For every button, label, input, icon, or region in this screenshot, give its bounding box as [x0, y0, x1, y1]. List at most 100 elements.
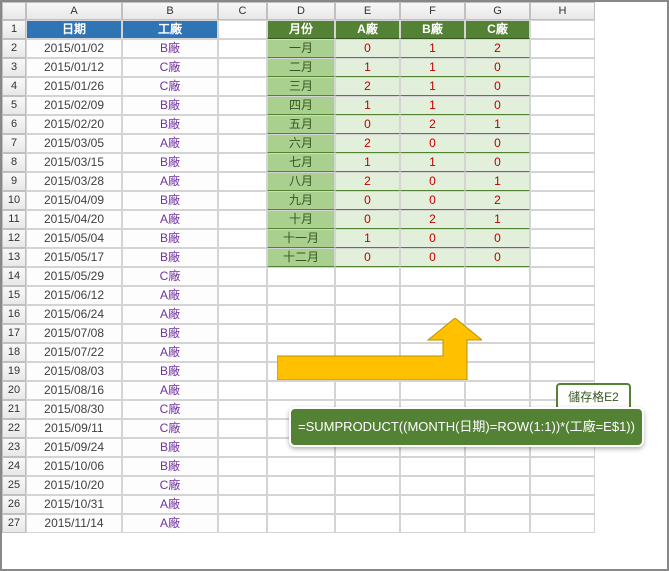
row-header-19[interactable]: 19 [2, 362, 26, 381]
cell[interactable] [530, 286, 595, 305]
cell[interactable] [400, 362, 465, 381]
date-cell[interactable]: 2015/08/30 [26, 400, 122, 419]
value-B[interactable]: 0 [400, 229, 465, 248]
cell[interactable] [530, 58, 595, 77]
row-header-21[interactable]: 21 [2, 400, 26, 419]
value-B[interactable]: 0 [400, 191, 465, 210]
date-cell[interactable]: 2015/10/31 [26, 495, 122, 514]
cell[interactable] [530, 134, 595, 153]
cell[interactable] [267, 305, 335, 324]
cell[interactable] [530, 210, 595, 229]
date-cell[interactable]: 2015/09/11 [26, 419, 122, 438]
cell[interactable] [267, 286, 335, 305]
date-cell[interactable]: 2015/10/20 [26, 476, 122, 495]
date-cell[interactable]: 2015/04/20 [26, 210, 122, 229]
col-header-A[interactable]: A [26, 2, 122, 20]
date-cell[interactable]: 2015/01/02 [26, 39, 122, 58]
row-header-24[interactable]: 24 [2, 457, 26, 476]
cell[interactable] [218, 362, 267, 381]
cell[interactable] [267, 514, 335, 533]
factory-cell[interactable]: C廠 [122, 476, 218, 495]
cell[interactable] [218, 248, 267, 267]
cell[interactable] [530, 20, 595, 39]
cell[interactable] [400, 495, 465, 514]
cell[interactable] [465, 457, 530, 476]
row-header-6[interactable]: 6 [2, 115, 26, 134]
factory-cell[interactable]: B廠 [122, 248, 218, 267]
spreadsheet-grid[interactable]: ABCDEFGH1日期工廠月份A廠B廠C廠22015/01/02B廠一月0123… [2, 2, 667, 533]
cell[interactable] [530, 39, 595, 58]
cell[interactable] [335, 305, 400, 324]
date-cell[interactable]: 2015/07/22 [26, 343, 122, 362]
factory-cell[interactable]: C廠 [122, 267, 218, 286]
row-header-7[interactable]: 7 [2, 134, 26, 153]
cell[interactable] [218, 514, 267, 533]
factory-cell[interactable]: B廠 [122, 324, 218, 343]
cell[interactable] [400, 286, 465, 305]
month-cell[interactable]: 四月 [267, 96, 335, 115]
row-header-13[interactable]: 13 [2, 248, 26, 267]
date-cell[interactable]: 2015/05/04 [26, 229, 122, 248]
date-cell[interactable]: 2015/06/24 [26, 305, 122, 324]
cell[interactable] [530, 514, 595, 533]
factory-cell[interactable]: A廠 [122, 210, 218, 229]
cell[interactable] [530, 495, 595, 514]
factory-cell[interactable]: B廠 [122, 153, 218, 172]
cell[interactable] [267, 476, 335, 495]
cell[interactable] [400, 305, 465, 324]
factory-cell[interactable]: B廠 [122, 457, 218, 476]
cell[interactable] [530, 191, 595, 210]
col-header-D[interactable]: D [267, 2, 335, 20]
value-C[interactable]: 2 [465, 191, 530, 210]
col-header-G[interactable]: G [465, 2, 530, 20]
value-B[interactable]: 1 [400, 39, 465, 58]
date-cell[interactable]: 2015/07/08 [26, 324, 122, 343]
row-header-27[interactable]: 27 [2, 514, 26, 533]
cell[interactable] [400, 324, 465, 343]
date-cell[interactable]: 2015/05/17 [26, 248, 122, 267]
cell[interactable] [530, 172, 595, 191]
factory-cell[interactable]: B廠 [122, 362, 218, 381]
cell[interactable] [335, 267, 400, 286]
value-C[interactable]: 0 [465, 229, 530, 248]
cell[interactable] [465, 495, 530, 514]
value-C[interactable]: 0 [465, 58, 530, 77]
row-header-1[interactable]: 1 [2, 20, 26, 39]
factory-cell[interactable]: B廠 [122, 39, 218, 58]
row-header-4[interactable]: 4 [2, 77, 26, 96]
row-header-2[interactable]: 2 [2, 39, 26, 58]
cell[interactable] [335, 343, 400, 362]
cell[interactable] [218, 96, 267, 115]
factory-cell[interactable]: C廠 [122, 419, 218, 438]
cell[interactable] [218, 438, 267, 457]
row-header-20[interactable]: 20 [2, 381, 26, 400]
cell[interactable] [267, 381, 335, 400]
cell[interactable] [267, 457, 335, 476]
cell[interactable] [335, 381, 400, 400]
cell[interactable] [465, 305, 530, 324]
value-A[interactable]: 0 [335, 210, 400, 229]
row-header-22[interactable]: 22 [2, 419, 26, 438]
month-cell[interactable]: 九月 [267, 191, 335, 210]
row-header-23[interactable]: 23 [2, 438, 26, 457]
factory-cell[interactable]: A廠 [122, 286, 218, 305]
cell[interactable] [335, 476, 400, 495]
value-A[interactable]: 1 [335, 153, 400, 172]
value-B[interactable]: 2 [400, 115, 465, 134]
row-header-14[interactable]: 14 [2, 267, 26, 286]
cell[interactable] [530, 457, 595, 476]
value-B[interactable]: 0 [400, 134, 465, 153]
value-B[interactable]: 1 [400, 96, 465, 115]
value-C[interactable]: 0 [465, 77, 530, 96]
value-B[interactable]: 1 [400, 58, 465, 77]
date-cell[interactable]: 2015/01/26 [26, 77, 122, 96]
date-cell[interactable]: 2015/02/09 [26, 96, 122, 115]
value-B[interactable]: 0 [400, 248, 465, 267]
cell[interactable] [335, 286, 400, 305]
value-C[interactable]: 0 [465, 134, 530, 153]
cell[interactable] [465, 267, 530, 286]
cell[interactable] [267, 343, 335, 362]
cell[interactable] [218, 267, 267, 286]
value-A[interactable]: 2 [335, 134, 400, 153]
factory-cell[interactable]: B廠 [122, 438, 218, 457]
